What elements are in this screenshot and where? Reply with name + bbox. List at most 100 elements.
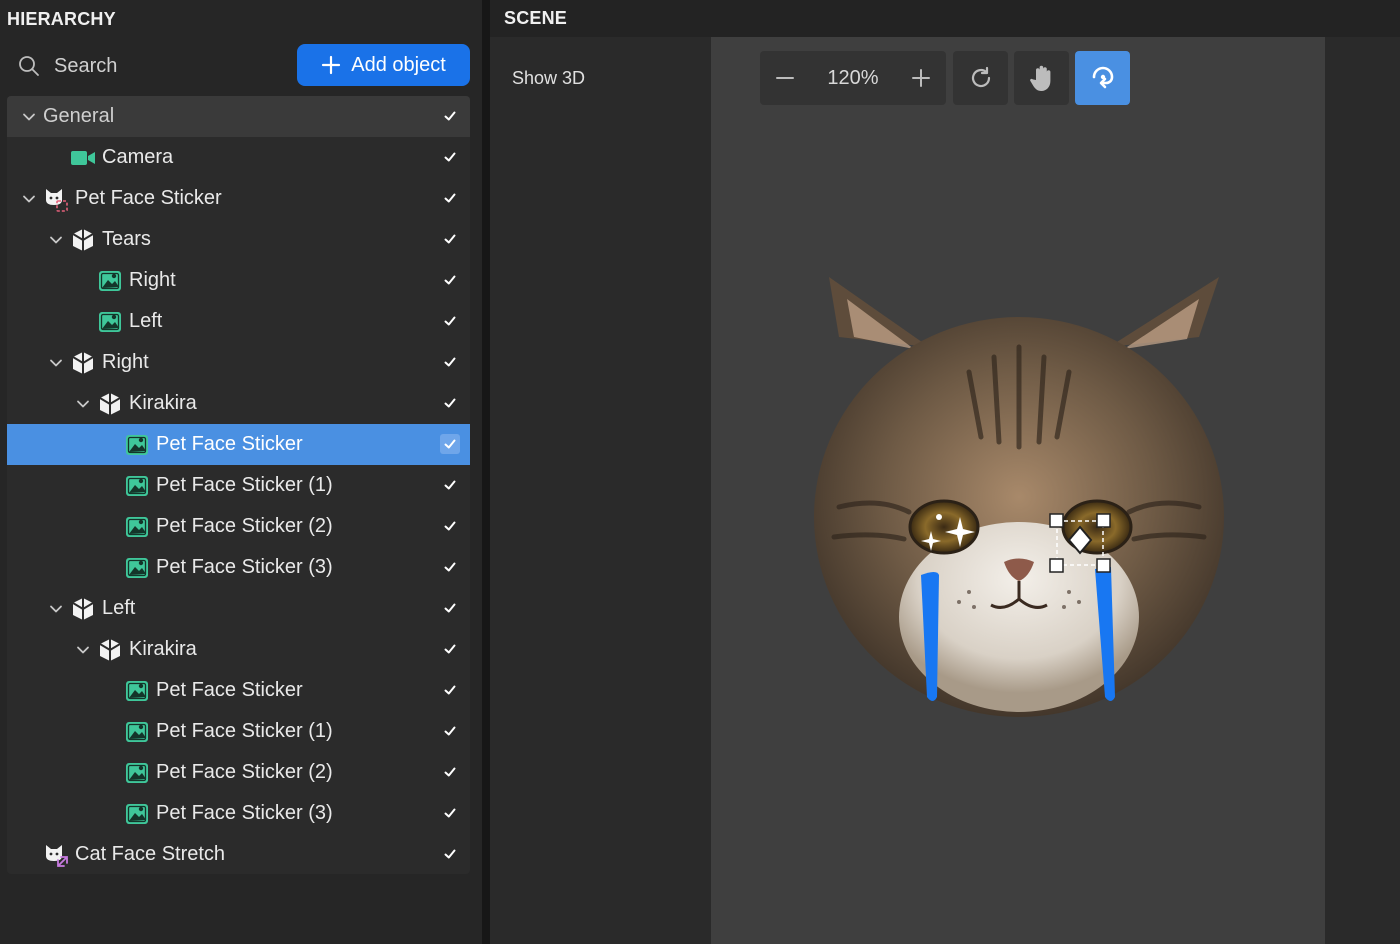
tree-item-label: Pet Face Sticker: [156, 679, 303, 701]
visibility-checkbox[interactable]: [440, 352, 460, 372]
hand-icon: [1029, 65, 1050, 91]
tree-item-label: Pet Face Sticker (3): [156, 802, 333, 824]
image-icon: [124, 760, 150, 786]
tree-item-tears[interactable]: Tears: [7, 219, 470, 260]
image-icon: [97, 268, 123, 294]
pan-tool-button[interactable]: [1014, 51, 1069, 105]
group-icon: [70, 596, 96, 622]
chevron-down-icon[interactable]: [21, 191, 37, 207]
search-input[interactable]: [52, 53, 276, 79]
chevron-down-icon[interactable]: [21, 109, 37, 125]
zoom-controls: 120%: [760, 51, 946, 105]
tree-item-pet-face-sticker[interactable]: Pet Face Sticker: [7, 424, 470, 465]
visibility-checkbox[interactable]: [440, 311, 460, 331]
tree-item-pet-face-sticker-1[interactable]: Pet Face Sticker (1): [7, 711, 470, 752]
cat-eye-left: [908, 499, 980, 555]
tree-item-label: Left: [129, 310, 163, 332]
visibility-checkbox[interactable]: [440, 803, 460, 823]
tree-item-label: Pet Face Sticker (1): [156, 474, 333, 496]
chevron-down-icon[interactable]: [48, 601, 64, 617]
add-object-button[interactable]: Add object: [297, 44, 470, 86]
tree-item-pet-face-sticker[interactable]: Pet Face Sticker: [7, 178, 470, 219]
cat-stretch-icon: [43, 842, 69, 868]
hierarchy-tree: General Camera Pet Face Sticker Tears Right L…: [7, 96, 470, 874]
visibility-checkbox[interactable]: [440, 598, 460, 618]
image-icon: [124, 555, 150, 581]
group-icon: [97, 637, 123, 663]
visibility-checkbox[interactable]: [440, 106, 460, 126]
search-icon: [19, 56, 39, 76]
tree-item-label: Right: [102, 351, 149, 373]
tree-item-general[interactable]: General: [7, 96, 470, 137]
tree-item-label: Pet Face Sticker: [156, 433, 303, 455]
show-3d-toggle[interactable]: Show 3D: [512, 68, 585, 89]
image-icon: [124, 432, 150, 458]
tree-item-label: Right: [129, 269, 176, 291]
chevron-down-icon[interactable]: [75, 396, 91, 412]
tree-item-pet-face-sticker-3[interactable]: Pet Face Sticker (3): [7, 547, 470, 588]
tree-item-label: Pet Face Sticker (3): [156, 556, 333, 578]
image-icon: [124, 678, 150, 704]
visibility-checkbox[interactable]: [440, 680, 460, 700]
scene-panel: SCENE Show 3D 120%: [490, 0, 1400, 944]
visibility-checkbox[interactable]: [440, 270, 460, 290]
pet-face-icon: [43, 186, 69, 212]
plus-icon: [322, 55, 341, 75]
chevron-down-icon[interactable]: [48, 355, 64, 371]
visibility-checkbox[interactable]: [440, 721, 460, 741]
visibility-checkbox[interactable]: [440, 844, 460, 864]
cat-face-preview[interactable]: [799, 277, 1239, 737]
tree-item-pet-face-sticker-2[interactable]: Pet Face Sticker (2): [7, 506, 470, 547]
visibility-checkbox[interactable]: [440, 229, 460, 249]
tree-item-left[interactable]: Left: [7, 588, 470, 629]
transform-tool-button[interactable]: [1075, 51, 1130, 105]
tree-item-pet-face-sticker-2[interactable]: Pet Face Sticker (2): [7, 752, 470, 793]
panel-divider[interactable]: [482, 0, 490, 944]
camera-icon: [70, 145, 96, 171]
image-icon: [124, 801, 150, 827]
search-box[interactable]: [18, 51, 278, 81]
visibility-checkbox[interactable]: [440, 188, 460, 208]
group-icon: [97, 391, 123, 417]
image-icon: [124, 473, 150, 499]
reset-view-button[interactable]: [953, 51, 1008, 105]
scene-viewport[interactable]: 120%: [711, 37, 1325, 944]
tree-item-kirakira[interactable]: Kirakira: [7, 629, 470, 670]
tree-item-left[interactable]: Left: [7, 301, 470, 342]
tree-item-label: Left: [102, 597, 136, 619]
refresh-icon: [971, 66, 990, 88]
tree-item-camera[interactable]: Camera: [7, 137, 470, 178]
tree-item-label: Pet Face Sticker: [75, 187, 222, 209]
tree-item-right[interactable]: Right: [7, 260, 470, 301]
visibility-checkbox[interactable]: [440, 762, 460, 782]
tree-item-label: Camera: [102, 146, 174, 168]
zoom-level: 120%: [827, 66, 879, 89]
chevron-down-icon[interactable]: [48, 232, 64, 248]
visibility-checkbox[interactable]: [440, 434, 460, 454]
hierarchy-title: HIERARCHY: [7, 9, 116, 29]
tree-item-cat-face-stretch[interactable]: Cat Face Stretch: [7, 834, 470, 875]
tree-item-label: Tears: [102, 228, 151, 250]
visibility-checkbox[interactable]: [440, 393, 460, 413]
tree-item-pet-face-sticker-1[interactable]: Pet Face Sticker (1): [7, 465, 470, 506]
tree-item-label: Pet Face Sticker (2): [156, 761, 333, 783]
visibility-checkbox[interactable]: [440, 147, 460, 167]
zoom-in-icon[interactable]: [910, 67, 932, 89]
rotate-tool-icon: [1092, 66, 1113, 89]
zoom-out-icon[interactable]: [774, 67, 796, 89]
visibility-checkbox[interactable]: [440, 475, 460, 495]
image-icon: [97, 309, 123, 335]
visibility-checkbox[interactable]: [440, 639, 460, 659]
visibility-checkbox[interactable]: [440, 557, 460, 577]
scene-header: [490, 0, 1400, 37]
group-icon: [70, 227, 96, 253]
add-object-label: Add object: [351, 53, 446, 76]
tree-item-label: Cat Face Stretch: [75, 843, 226, 865]
chevron-down-icon[interactable]: [75, 642, 91, 658]
tree-item-kirakira[interactable]: Kirakira: [7, 383, 470, 424]
visibility-checkbox[interactable]: [440, 516, 460, 536]
tree-item-right[interactable]: Right: [7, 342, 470, 383]
tree-item-pet-face-sticker-3[interactable]: Pet Face Sticker (3): [7, 793, 470, 834]
tree-item-label: General: [43, 105, 115, 127]
tree-item-pet-face-sticker[interactable]: Pet Face Sticker: [7, 670, 470, 711]
